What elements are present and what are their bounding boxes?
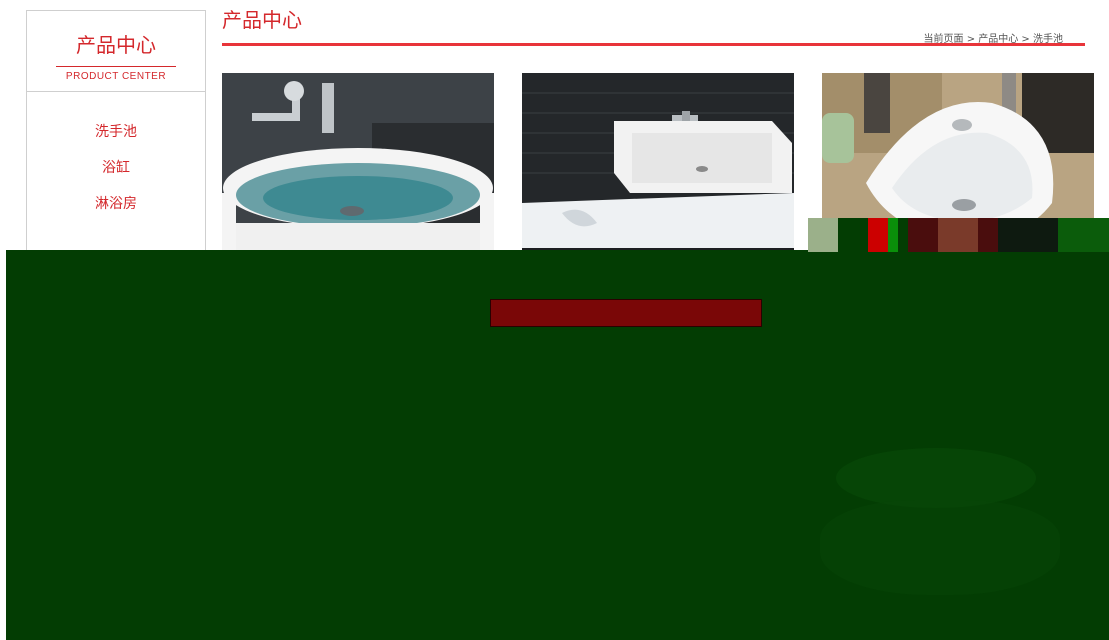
sidebar-header: 产品中心 PRODUCT CENTER	[27, 11, 205, 92]
page-title: 产品中心	[222, 8, 302, 32]
ghost-basin-shape	[820, 500, 1060, 595]
strip-block	[1058, 218, 1109, 252]
sidebar-menu: 洗手池 浴缸 淋浴房	[27, 92, 205, 222]
view-details-button[interactable]	[490, 299, 762, 327]
strip-block	[938, 218, 978, 252]
header-divider	[222, 43, 1085, 46]
sidebar-subtitle: PRODUCT CENTER	[65, 71, 167, 82]
sidebar-divider	[56, 66, 176, 67]
strip-block	[808, 218, 838, 252]
strip-block	[888, 218, 898, 252]
sidebar-title: 产品中心	[76, 33, 156, 57]
strip-block	[868, 218, 888, 252]
strip-block	[998, 218, 1058, 252]
ghost-basin-shape	[836, 448, 1036, 508]
image-overlay-strip	[808, 218, 1109, 252]
sidebar-item-bathtub[interactable]: 浴缸	[27, 150, 205, 186]
sidebar-item-sink[interactable]: 洗手池	[27, 114, 205, 150]
sidebar-item-shower-room[interactable]: 淋浴房	[27, 186, 205, 222]
